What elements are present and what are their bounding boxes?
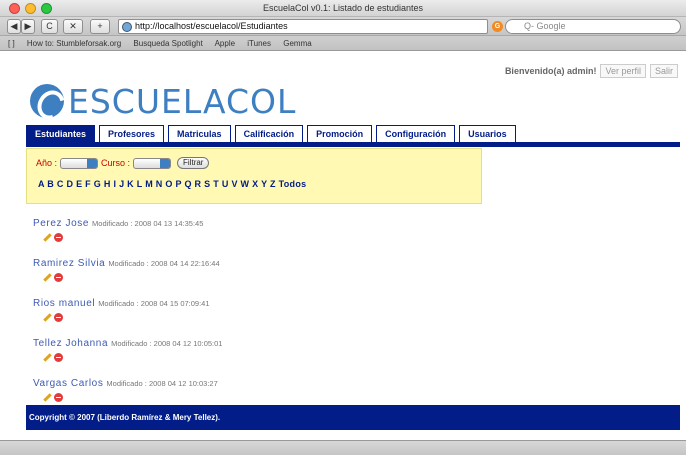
tab-configuracion[interactable]: Configuración — [376, 125, 456, 142]
list-item: Ramirez Silvia Modificado : 2008 04 14 22… — [33, 253, 463, 293]
edit-icon[interactable] — [42, 393, 51, 402]
logo-text: ESCUELACOL — [68, 81, 297, 121]
globe-icon — [122, 22, 132, 32]
bookmark-item[interactable]: iTunes — [247, 39, 271, 48]
address-bar[interactable]: http://localhost/escuelacol/Estudiantes — [118, 19, 488, 34]
edit-icon[interactable] — [42, 313, 51, 322]
google-icon[interactable]: G — [492, 21, 503, 32]
delete-icon[interactable] — [54, 353, 63, 362]
search-field[interactable]: Q- Google — [505, 19, 681, 34]
bookmarks-bar: [ ] How to: Stumbleforsak.org Busqueda S… — [0, 36, 686, 51]
year-label: Año : — [36, 158, 58, 168]
alphabet-links[interactable]: A B C D E F G H I J K L M N O P Q R S T … — [38, 179, 306, 189]
student-name-link[interactable]: Rios manuel — [33, 298, 95, 309]
bookmark-item[interactable]: How to: Stumbleforsak.org — [27, 39, 121, 48]
modified-text: Modificado : 2008 04 15 07:09:41 — [98, 299, 210, 308]
student-name-link[interactable]: Vargas Carlos — [33, 378, 103, 389]
tab-calificacion[interactable]: Calificación — [234, 125, 304, 142]
modified-text: Modificado : 2008 04 14 22:16:44 — [108, 259, 220, 268]
delete-icon[interactable] — [54, 233, 63, 242]
filter-panel: Año : Curso : Filtrar A B C D E F G H I … — [26, 148, 482, 204]
edit-icon[interactable] — [42, 233, 51, 242]
modified-text: Modificado : 2008 04 13 14:35:45 — [92, 219, 204, 228]
url-text: http://localhost/escuelacol/Estudiantes — [135, 21, 288, 31]
site-logo[interactable]: ESCUELACOL — [30, 81, 297, 121]
bookmark-item[interactable]: Busqueda Spotlight — [133, 39, 202, 48]
delete-icon[interactable] — [54, 313, 63, 322]
user-bar: Bienvenido(a) admin! Ver perfil Salir — [505, 64, 678, 78]
filter-button[interactable]: Filtrar — [177, 157, 210, 169]
delete-icon[interactable] — [54, 273, 63, 282]
tab-profesores[interactable]: Profesores — [99, 125, 165, 142]
profile-button[interactable]: Ver perfil — [600, 64, 646, 78]
filter-row: Año : Curso : Filtrar — [36, 157, 210, 169]
student-name-link[interactable]: Perez Jose — [33, 218, 89, 229]
main-tabs: Estudiantes Profesores Matriculas Califi… — [26, 125, 680, 147]
stop-button[interactable]: ✕ — [63, 19, 83, 34]
modified-text: Modificado : 2008 04 12 10:03:27 — [106, 379, 218, 388]
title-bar: EscuelaCol v0.1: Listado de estudiantes — [0, 0, 686, 17]
bookmark-item[interactable]: Apple — [215, 39, 235, 48]
footer: Copyright © 2007 (Liberdo Ramírez & Mery… — [26, 405, 680, 430]
add-bookmark-button[interactable]: + — [90, 19, 110, 34]
year-select[interactable] — [60, 157, 99, 169]
logo-icon — [30, 84, 64, 118]
reload-button[interactable]: C — [41, 19, 58, 34]
modified-text: Modificado : 2008 04 12 10:05:01 — [111, 339, 223, 348]
list-item: Perez Jose Modificado : 2008 04 13 14:35:… — [33, 213, 463, 253]
back-button[interactable]: ◀ — [7, 19, 21, 34]
tab-estudiantes[interactable]: Estudiantes — [26, 125, 96, 142]
logout-button[interactable]: Salir — [649, 64, 678, 78]
browser-toolbar: ◀ ▶ C ✕ + http://localhost/escuelacol/Es… — [0, 17, 686, 36]
page-content: Bienvenido(a) admin! Ver perfil Salir ES… — [0, 51, 686, 440]
window-title: EscuelaCol v0.1: Listado de estudiantes — [262, 3, 424, 13]
bookmark-item[interactable]: Gemma — [283, 39, 311, 48]
list-item: Rios manuel Modificado : 2008 04 15 07:09… — [33, 293, 463, 333]
edit-icon[interactable] — [42, 353, 51, 362]
status-bar — [0, 440, 686, 455]
delete-icon[interactable] — [54, 393, 63, 402]
course-select[interactable] — [133, 157, 172, 169]
list-item: Tellez Johanna Modificado : 2008 04 12 10… — [33, 333, 463, 373]
course-label: Curso : — [101, 158, 131, 168]
browser-window: EscuelaCol v0.1: Listado de estudiantes … — [0, 0, 686, 455]
student-list: Perez Jose Modificado : 2008 04 13 14:35:… — [33, 213, 463, 413]
greeting-text: Bienvenido(a) admin! — [504, 66, 597, 76]
student-name-link[interactable]: Ramirez Silvia — [33, 258, 105, 269]
tab-promocion[interactable]: Promoción — [307, 125, 373, 142]
tab-usuarios[interactable]: Usuarios — [459, 125, 516, 142]
tab-matriculas[interactable]: Matriculas — [168, 125, 231, 142]
student-name-link[interactable]: Tellez Johanna — [33, 338, 108, 349]
forward-button[interactable]: ▶ — [21, 19, 35, 34]
edit-icon[interactable] — [42, 273, 51, 282]
bookmark-item[interactable]: [ ] — [8, 39, 15, 48]
